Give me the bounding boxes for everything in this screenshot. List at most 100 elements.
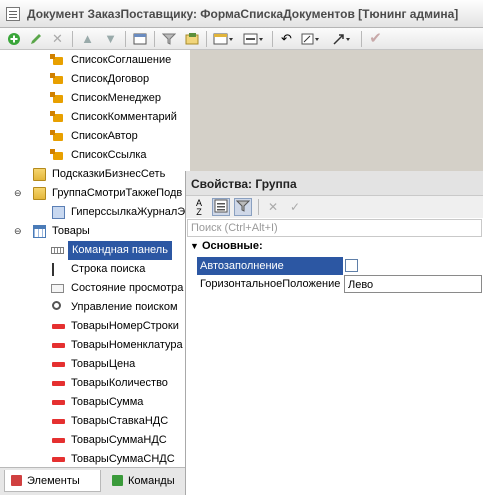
- tree-item-selected[interactable]: Командная панель: [0, 241, 190, 260]
- collapse-icon[interactable]: ⊖: [14, 189, 22, 198]
- list-field-icon: [50, 92, 63, 103]
- properties-title: Свойства: Группа: [191, 177, 297, 191]
- main-toolbar: ✕ ▲ ▼ ↶ ✔: [0, 28, 483, 50]
- document-icon: [6, 7, 20, 21]
- autofill-checkbox[interactable]: [345, 259, 358, 272]
- commands-icon: [112, 475, 123, 486]
- group-header[interactable]: ▼ Основные:: [190, 240, 263, 252]
- tree-item[interactable]: ТоварыСуммаНДС: [0, 431, 190, 450]
- tree-item[interactable]: ТоварыНомерСтроки: [0, 317, 190, 336]
- folder-icon: [33, 168, 46, 181]
- tree-item[interactable]: ТоварыЦена: [0, 355, 190, 374]
- horizontal-position-field[interactable]: Лево: [344, 275, 482, 293]
- tree-item[interactable]: ГиперссылкаЖурналЭ: [0, 203, 190, 222]
- tab-label: Команды: [128, 475, 175, 487]
- tree-item[interactable]: СписокСоглашение: [0, 51, 190, 70]
- field-icon: [52, 381, 65, 386]
- apply-icon[interactable]: ✓: [286, 198, 304, 216]
- check-icon[interactable]: ✔: [367, 30, 384, 47]
- field-icon: [52, 457, 65, 462]
- tree-item-label: ГруппаСмотриТакжеПодв: [52, 187, 183, 199]
- tree-item[interactable]: СписокМенеджер: [0, 89, 190, 108]
- tree-item[interactable]: ТоварыСуммаСНДС: [0, 450, 190, 467]
- tree-item[interactable]: СписокКомментарий: [0, 108, 190, 127]
- delete-icon[interactable]: ✕: [49, 30, 66, 47]
- field-icon: [52, 419, 65, 424]
- list-field-icon: [50, 149, 63, 160]
- tree-item[interactable]: ТоварыНоменклатура: [0, 336, 190, 355]
- property-name: Автозаполнение: [197, 257, 343, 275]
- tree-item[interactable]: СписокДоговор: [0, 70, 190, 89]
- filter-icon[interactable]: [160, 30, 177, 47]
- filter-props-icon[interactable]: [234, 198, 252, 216]
- layout-icon[interactable]: [212, 30, 236, 47]
- tree-item-label: СписокСсылка: [71, 149, 147, 161]
- field-icon: [52, 438, 65, 443]
- tree-item[interactable]: ТоварыСумма: [0, 393, 190, 412]
- triangle-down-icon: ▼: [190, 241, 199, 251]
- zoom-icon[interactable]: [300, 30, 324, 47]
- group-label: Основные:: [201, 240, 263, 252]
- folder-icon: [33, 187, 46, 200]
- tree-item-label: Товары: [52, 225, 90, 237]
- table-icon: [33, 225, 46, 238]
- tab-commands[interactable]: Команды: [106, 470, 190, 492]
- tab-elements[interactable]: Элементы: [4, 470, 101, 492]
- properties-panel: Свойства: Группа AZ ✕ ✓ Поиск (Ctrl+Alt+…: [185, 171, 483, 495]
- tree-item-label: СписокАвтор: [71, 130, 138, 142]
- tree-item[interactable]: ⊖ ГруппаСмотриТакжеПодв: [0, 184, 190, 203]
- move-down-icon[interactable]: ▼: [102, 30, 119, 47]
- sort-alpha-icon[interactable]: AZ: [190, 198, 208, 217]
- toolbar-separator: [154, 31, 155, 47]
- property-row[interactable]: Автозаполнение: [197, 257, 482, 275]
- property-row[interactable]: ГоризонтальноеПоложение Лево: [197, 275, 482, 293]
- layout2-icon[interactable]: [242, 30, 266, 47]
- add-icon[interactable]: [5, 30, 22, 47]
- toolbar-separator: [72, 31, 73, 47]
- tree-item[interactable]: ТоварыСтавкаНДС: [0, 412, 190, 431]
- tree-item-label: ПодсказкиБизнесСеть: [52, 168, 166, 180]
- clear-icon[interactable]: ✕: [264, 198, 282, 216]
- field-icon: [52, 343, 65, 348]
- elements-tree: СписокСоглашение СписокДоговор СписокМен…: [0, 50, 190, 467]
- tree-item-label: ТоварыКоличество: [71, 377, 168, 389]
- tree-item-label: Командная панель: [68, 241, 172, 260]
- bottom-tabs: Элементы Команды: [0, 467, 190, 495]
- generate-icon[interactable]: [183, 30, 200, 47]
- collapse-icon[interactable]: ⊖: [14, 227, 22, 236]
- edit-icon[interactable]: [27, 30, 44, 47]
- move-up-icon[interactable]: ▲: [79, 30, 96, 47]
- tree-item-label: ТоварыНомерСтроки: [71, 320, 179, 332]
- properties-titlebar: Свойства: Группа: [186, 171, 483, 196]
- tree-item[interactable]: Управление поиском: [0, 298, 190, 317]
- tree-item-label: ТоварыСуммаНДС: [71, 434, 167, 446]
- tree-item-label: СписокКомментарий: [71, 111, 177, 123]
- tree-item-label: СписокМенеджер: [71, 92, 161, 104]
- tree-item[interactable]: ⊖ Товары: [0, 222, 190, 241]
- elements-icon: [11, 475, 22, 486]
- window-title: Документ ЗаказПоставщику: ФормаСпискаДок…: [27, 7, 459, 21]
- tree-item[interactable]: СписокАвтор: [0, 127, 190, 146]
- tab-label: Элементы: [27, 475, 80, 487]
- expand-icon[interactable]: [331, 30, 355, 47]
- tree-item-label: ГиперссылкаЖурналЭ: [71, 206, 186, 218]
- undo-icon[interactable]: ↶: [278, 30, 295, 47]
- list-field-icon: [50, 54, 63, 65]
- tree-item[interactable]: ПодсказкиБизнесСеть: [0, 165, 190, 184]
- tree-item[interactable]: СписокСсылка: [0, 146, 190, 165]
- panel-icon[interactable]: [131, 30, 148, 47]
- categories-icon[interactable]: [212, 198, 230, 216]
- tree-item-label: Состояние просмотра: [71, 282, 184, 294]
- tree-item[interactable]: ТоварыКоличество: [0, 374, 190, 393]
- toolbar-separator: [258, 199, 259, 215]
- properties-toolbar: AZ ✕ ✓: [186, 196, 483, 218]
- list-field-icon: [50, 73, 63, 84]
- field-icon: [52, 362, 65, 367]
- tree-item-label: ТоварыСтавкаНДС: [71, 415, 169, 427]
- toolbar-separator: [125, 31, 126, 47]
- tree-item-label: Управление поиском: [71, 301, 178, 313]
- tree-item[interactable]: Состояние просмотра: [0, 279, 190, 298]
- properties-search-input[interactable]: Поиск (Ctrl+Alt+I): [187, 219, 482, 237]
- tree-item[interactable]: Строка поиска: [0, 260, 190, 279]
- tree-item-label: СписокСоглашение: [71, 54, 172, 66]
